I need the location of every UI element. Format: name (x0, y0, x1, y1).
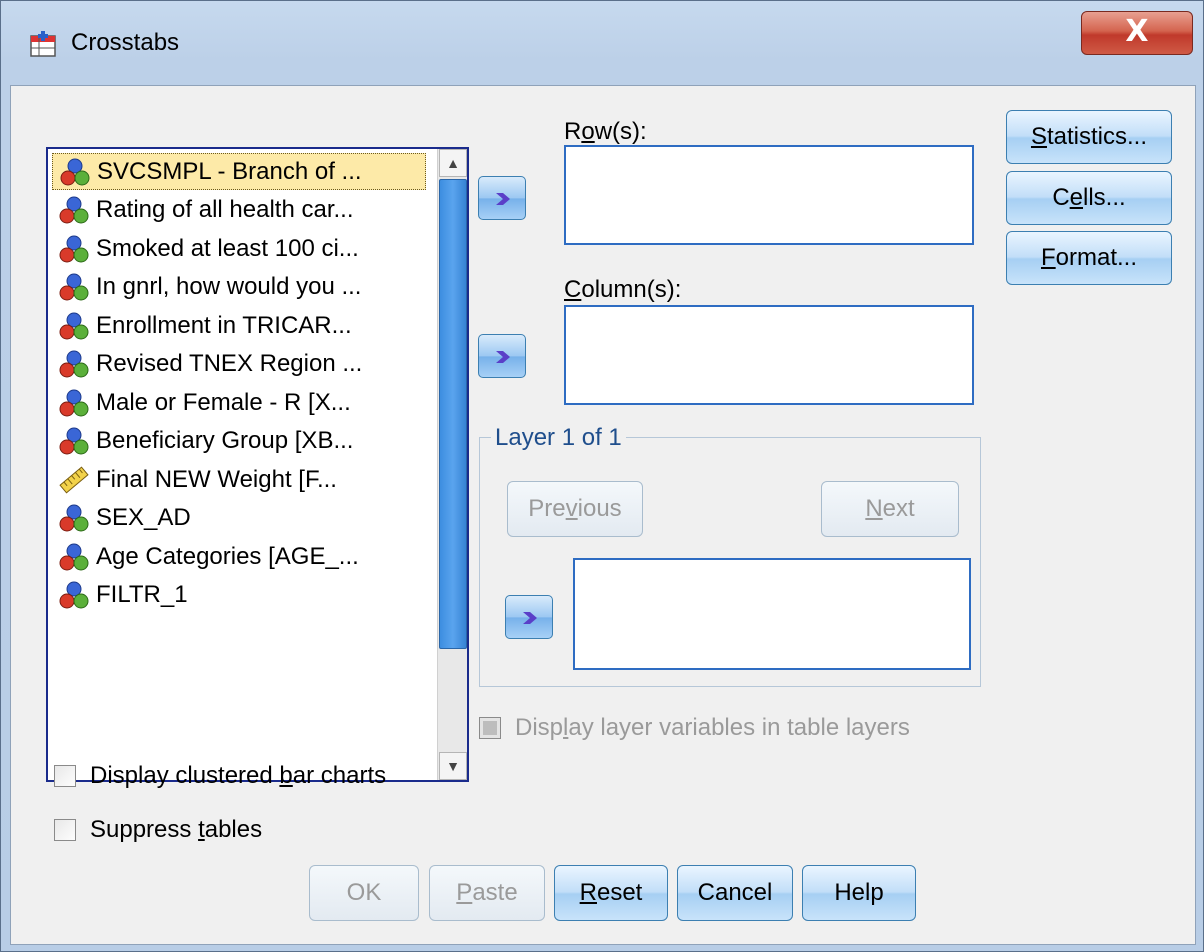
variable-label: Beneficiary Group [XB... (96, 427, 354, 454)
title-bar[interactable]: Crosstabs X (1, 1, 1204, 85)
move-to-layer-button[interactable] (505, 595, 553, 639)
variable-label: Enrollment in TRICAR... (96, 311, 352, 339)
clustered-bar-charts-checkbox[interactable] (54, 765, 76, 787)
variable-label: FILTR_1 (96, 581, 188, 608)
variable-list-item[interactable]: Beneficiary Group [XB... (52, 423, 426, 460)
variable-label: In gnrl, how would you ... (96, 273, 362, 300)
variable-label: Revised TNEX Region ... (96, 350, 363, 377)
nominal-icon (59, 312, 89, 339)
scroll-thumb[interactable] (439, 179, 467, 649)
nominal-icon (59, 427, 89, 455)
scroll-down-icon[interactable]: ▼ (439, 752, 467, 780)
nominal-icon (59, 543, 89, 570)
variable-list-item[interactable]: FILTR_1 (52, 577, 426, 614)
variable-list-item[interactable]: Smoked at least 100 ci... (52, 230, 426, 267)
cancel-button[interactable]: Cancel (677, 865, 793, 921)
reset-button[interactable]: Reset (554, 865, 668, 921)
nominal-icon (59, 350, 89, 378)
variable-list-item[interactable]: Revised TNEX Region ... (52, 346, 426, 383)
move-to-columns-button[interactable] (478, 334, 526, 378)
source-variable-list[interactable]: FILTR_1 Age Categories [AGE_... SEX_AD Fina… (46, 147, 469, 782)
paste-button[interactable]: Paste (429, 865, 545, 921)
columns-target-list[interactable] (564, 305, 974, 405)
close-button[interactable]: X (1081, 11, 1193, 55)
variable-list-item[interactable]: SVCSMPL - Branch of ... (52, 153, 426, 190)
previous-layer-button[interactable]: Previous (507, 481, 643, 537)
display-layer-variables-checkbox[interactable] (479, 717, 501, 739)
variable-list-scrollbar[interactable]: ▲ ▼ (437, 149, 467, 780)
cells-button[interactable]: Cells... (1006, 171, 1172, 225)
layer-target-list[interactable] (573, 558, 971, 670)
right-arrow-icon (523, 612, 537, 624)
scroll-up-icon[interactable]: ▲ (439, 149, 467, 177)
display-layer-variables-option[interactable]: Display layer variables in table layers (479, 714, 910, 742)
variable-list-item[interactable]: Final NEW Weight [F... (52, 461, 426, 498)
variable-label: SEX_AD (96, 504, 191, 531)
variable-list-item[interactable]: Male or Female - R [X... (52, 384, 426, 421)
nominal-icon (60, 158, 90, 185)
nominal-icon (59, 389, 89, 416)
scale-ruler-icon (59, 465, 89, 494)
clustered-bar-charts-option[interactable]: Display clustered bar charts (54, 762, 386, 790)
next-layer-button[interactable]: Next (821, 481, 959, 537)
variable-list-item[interactable]: In gnrl, how would you ... (52, 269, 426, 306)
dialog-body: FILTR_1 Age Categories [AGE_... SEX_AD Fina… (10, 85, 1196, 945)
suppress-tables-checkbox[interactable] (54, 819, 76, 841)
close-icon: X (1125, 14, 1149, 49)
variable-label: Age Categories [AGE_... (96, 542, 359, 570)
rows-label: Row(s): (564, 118, 647, 145)
variable-label: Male or Female - R [X... (96, 388, 351, 416)
move-to-rows-button[interactable] (478, 176, 526, 220)
statistics-button[interactable]: Statistics... (1006, 110, 1172, 164)
variable-list-item[interactable]: Enrollment in TRICAR... (52, 307, 426, 344)
right-arrow-icon (496, 193, 510, 205)
variable-label: Final NEW Weight [F... (96, 465, 337, 493)
suppress-tables-option[interactable]: Suppress tables (54, 816, 262, 844)
variable-label: Smoked at least 100 ci... (96, 234, 359, 262)
crosstabs-app-icon (30, 31, 56, 57)
nominal-icon (59, 235, 89, 262)
variable-label: Rating of all health car... (96, 196, 354, 223)
rows-target-list[interactable] (564, 145, 974, 245)
crosstabs-dialog: Crosstabs X FILTR_1 Age Categories [AGE_.… (0, 0, 1204, 952)
nominal-icon (59, 504, 89, 532)
display-layer-variables-label: Display layer variables in table layers (515, 714, 910, 741)
columns-label: Column(s): (564, 276, 682, 303)
variable-label: SVCSMPL - Branch of ... (97, 157, 362, 185)
layer-legend: Layer 1 of 1 (491, 424, 626, 452)
clustered-bar-charts-label: Display clustered bar charts (90, 762, 387, 789)
variable-list-item[interactable]: Age Categories [AGE_... (52, 538, 426, 575)
variable-list-item[interactable]: SEX_AD (52, 500, 426, 537)
right-arrow-icon (496, 351, 510, 363)
format-button[interactable]: Format... (1006, 231, 1172, 285)
nominal-icon (59, 196, 89, 224)
nominal-icon (59, 581, 89, 609)
nominal-icon (59, 273, 89, 301)
suppress-tables-label: Suppress tables (90, 816, 263, 843)
variable-list-item[interactable]: Rating of all health car... (52, 192, 426, 229)
help-button[interactable]: Help (802, 865, 916, 921)
ok-button[interactable]: OK (309, 865, 419, 921)
window-title: Crosstabs (71, 29, 180, 56)
